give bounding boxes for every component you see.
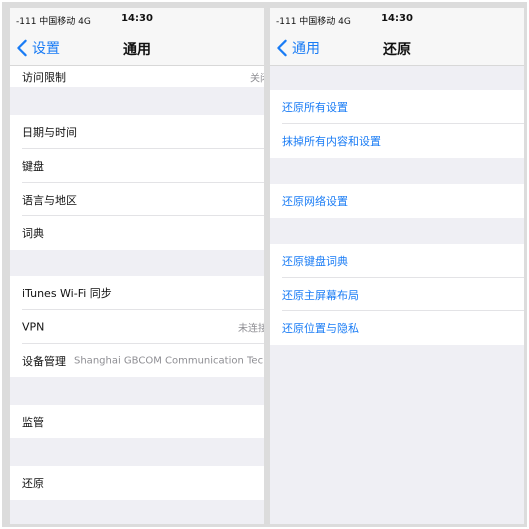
row-label: 还原主屏幕布局 (282, 288, 359, 302)
settings-row-reset[interactable]: 还原 (10, 466, 264, 500)
settings-row-dictionary[interactable]: 词典 (10, 216, 264, 250)
page-title: 还原 (383, 42, 411, 58)
settings-row-restrictions[interactable]: 访问限制 关闭 (10, 66, 264, 87)
row-detail: Shanghai GBCOM Communication Tec (74, 355, 264, 366)
reset-home-layout-button[interactable]: 还原主屏幕布局 (270, 278, 524, 311)
settings-row-language-region[interactable]: 语言与地区 (10, 183, 264, 216)
row-label: 键盘 (22, 160, 44, 173)
row-label: 还原网络设置 (282, 195, 348, 208)
settings-row-vpn[interactable]: VPN 未连接 (10, 310, 264, 344)
row-label: iTunes Wi-Fi 同步 (22, 287, 112, 300)
section-gap (10, 438, 264, 466)
row-label: 还原位置与隐私 (282, 322, 359, 335)
row-label: 词典 (22, 227, 44, 240)
screenshot-frame: -111 中国移动 4G 14:30 设置 通用 访问限制 关闭 日期与时间 键… (2, 2, 527, 527)
row-label: 语言与地区 (22, 193, 77, 207)
row-label: 日期与时间 (22, 126, 77, 139)
erase-all-content-button[interactable]: 抹掉所有内容和设置 (270, 124, 524, 158)
settings-row-device-management[interactable]: 设备管理 Shanghai GBCOM Communication Tec (10, 344, 264, 377)
section-gap (10, 250, 264, 276)
row-label: 抹掉所有内容和设置 (282, 135, 381, 148)
reset-all-settings-button[interactable]: 还原所有设置 (270, 90, 524, 124)
reset-location-privacy-button[interactable]: 还原位置与隐私 (270, 311, 524, 345)
reset-keyboard-dictionary-button[interactable]: 还原键盘词典 (270, 244, 524, 278)
row-label: 还原 (22, 477, 44, 490)
settings-row-itunes-wifi-sync[interactable]: iTunes Wi-Fi 同步 (10, 276, 264, 310)
navigation-bar: 设置 通用 (10, 30, 264, 66)
row-label: 还原键盘词典 (282, 255, 348, 268)
row-label: 访问限制 (22, 70, 66, 84)
reset-screen: -111 中国移动 4G 14:30 通用 还原 还原所有设置 抹掉所有内容和设… (270, 8, 524, 524)
section-gap (10, 87, 264, 115)
row-label: 监管 (22, 415, 44, 429)
status-bar: -111 中国移动 4G 14:30 (10, 8, 264, 30)
general-settings-screen: -111 中国移动 4G 14:30 设置 通用 访问限制 关闭 日期与时间 键… (10, 8, 264, 524)
status-time: 14:30 (121, 13, 153, 24)
row-label: 还原所有设置 (282, 101, 348, 114)
row-detail: 未连接 (238, 323, 264, 335)
settings-row-date-time[interactable]: 日期与时间 (10, 115, 264, 149)
page-title: 通用 (123, 42, 151, 58)
status-time: 14:30 (381, 13, 413, 24)
navigation-bar: 通用 还原 (270, 30, 524, 66)
row-label: VPN (22, 320, 45, 334)
row-label: 设备管理 (22, 354, 66, 368)
section-gap (10, 377, 264, 405)
reset-network-settings-button[interactable]: 还原网络设置 (270, 184, 524, 218)
settings-row-supervision[interactable]: 监管 (10, 405, 264, 438)
row-detail: 关闭 (250, 73, 264, 84)
settings-row-keyboard[interactable]: 键盘 (10, 149, 264, 183)
status-bar: -111 中国移动 4G 14:30 (270, 8, 524, 30)
